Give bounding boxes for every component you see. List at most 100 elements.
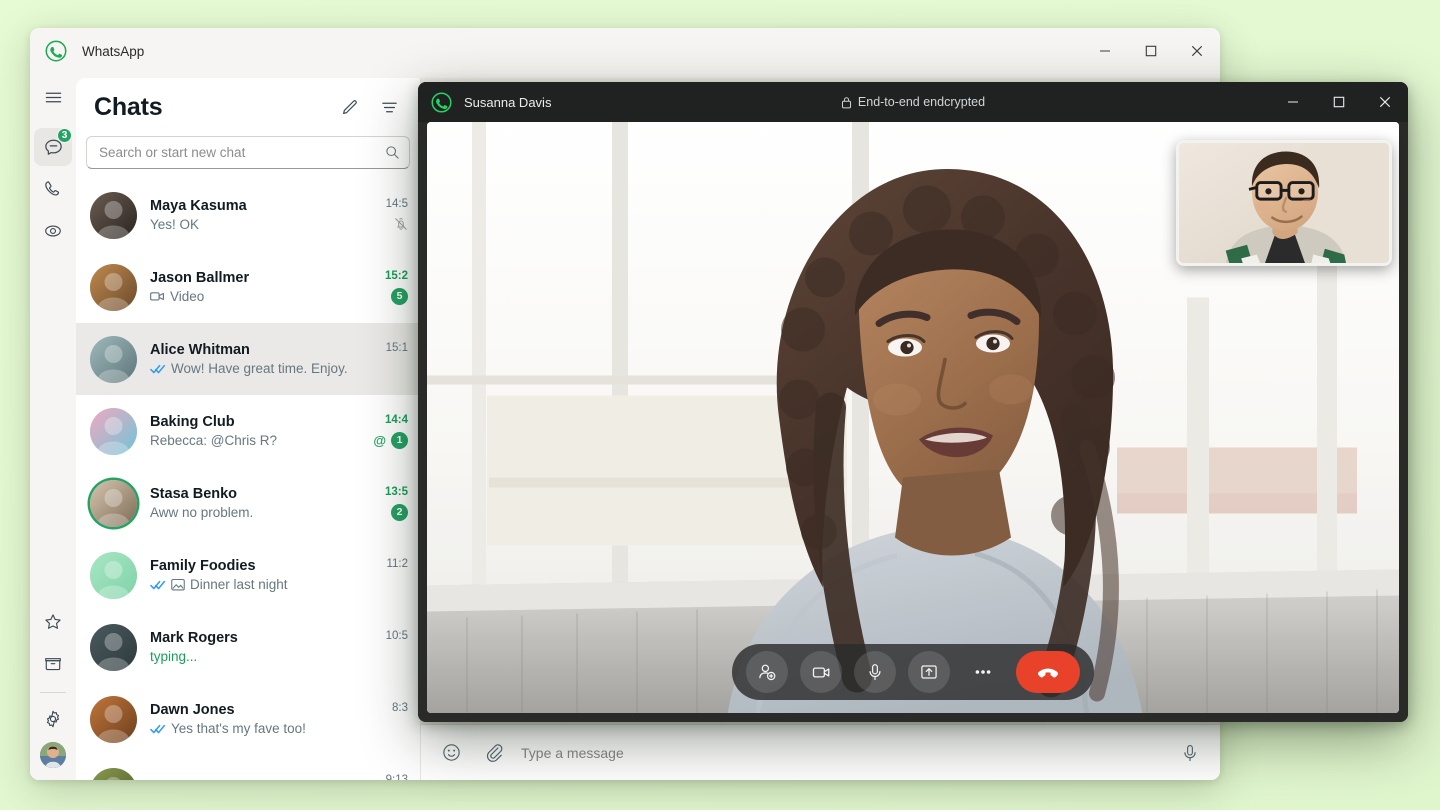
chat-preview-text: Video: [170, 289, 205, 304]
video-call-window: Susanna Davis End-to-end endcrypted: [418, 82, 1408, 722]
call-minimize-button[interactable]: [1270, 82, 1316, 122]
chat-list-item[interactable]: Maya Kasuma Yes! OK 14:5: [76, 179, 420, 251]
end-call-icon: [1035, 659, 1061, 685]
avatar: [90, 191, 137, 239]
sidebar-item-status[interactable]: [34, 212, 72, 250]
chat-meta: Alice Whitman Wow! Have great time. Enjoy…: [150, 342, 378, 376]
chat-preview: Yes! OK: [150, 217, 378, 232]
navigation-rail: 3: [30, 74, 76, 780]
chat-name: Mark Rogers: [150, 630, 238, 646]
encryption-text: End-to-end endcrypted: [857, 95, 986, 109]
add-participant-button[interactable]: [746, 651, 788, 693]
call-maximize-button[interactable]: [1316, 82, 1362, 122]
rail-divider: [40, 692, 66, 693]
filter-chats-icon[interactable]: [372, 90, 406, 124]
more-options-button[interactable]: [962, 651, 1004, 693]
chat-timestamp: 15:2: [384, 269, 408, 282]
close-button[interactable]: [1174, 28, 1220, 74]
search-input[interactable]: [99, 145, 385, 160]
sidebar-item-calls[interactable]: [34, 170, 72, 208]
chat-badges: @1: [373, 431, 408, 449]
chat-name: Family Foodies: [150, 558, 256, 574]
self-view-thumbnail[interactable]: [1176, 140, 1392, 266]
avatar: [90, 479, 137, 527]
sidebar-item-starred[interactable]: [34, 603, 72, 641]
chat-list-item[interactable]: Ziggy Woodley9:13: [76, 755, 420, 780]
chat-meta: Baking Club Rebecca: @Chris R?: [150, 414, 365, 448]
new-chat-icon[interactable]: [332, 90, 366, 124]
chat-row-right: 11:2: [386, 558, 408, 593]
chat-row-right: 13:5 2: [385, 486, 408, 521]
chat-preview-text: typing...: [150, 649, 198, 664]
emoji-icon[interactable]: [437, 739, 465, 767]
avatar: [90, 623, 137, 671]
chat-list-item[interactable]: Family Foodies Dinner last night 11:2: [76, 539, 420, 611]
chat-preview-text: Rebecca: @Chris R?: [150, 433, 277, 448]
screen-share-icon: [919, 662, 939, 682]
microphone-icon: [865, 662, 885, 682]
search-box[interactable]: [86, 136, 410, 169]
toggle-microphone-button[interactable]: [854, 651, 896, 693]
chat-badges: [394, 216, 408, 233]
ellipsis-icon: [972, 661, 994, 683]
profile-avatar[interactable]: [40, 742, 66, 768]
end-call-button[interactable]: [1016, 651, 1080, 693]
chat-preview: Dinner last night: [150, 577, 378, 592]
chat-preview: Video: [150, 289, 377, 304]
whatsapp-logo-icon-call: [430, 91, 452, 113]
share-screen-button[interactable]: [908, 651, 950, 693]
avatar: [90, 551, 137, 599]
chat-timestamp: 8:3: [392, 701, 408, 714]
chat-row-right: 8:3: [392, 702, 408, 737]
chat-preview-text: Yes that's my fave too!: [171, 721, 306, 736]
chat-preview: Rebecca: @Chris R?: [150, 433, 365, 448]
message-input[interactable]: [521, 744, 1162, 761]
message-composer: [421, 724, 1220, 780]
toggle-camera-button[interactable]: [800, 651, 842, 693]
video-camera-icon: [811, 662, 832, 683]
lock-icon: [841, 96, 852, 109]
chat-preview-text: Dinner last night: [190, 577, 288, 592]
unread-count-badge: 1: [391, 431, 408, 449]
chats-unread-badge: 3: [57, 128, 72, 143]
avatar: [90, 695, 137, 743]
add-person-icon: [757, 662, 777, 682]
unread-count-badge: 5: [391, 287, 408, 305]
panel-header: Chats: [76, 78, 420, 136]
chat-meta: Stasa Benko Aww no problem.: [150, 486, 377, 520]
chat-list-item[interactable]: Mark Rogers typing... 10:5: [76, 611, 420, 683]
chat-list[interactable]: Maya Kasuma Yes! OK 14:5 Jason Ballmer Vide…: [76, 179, 420, 780]
page-title: Chats: [94, 92, 163, 121]
voice-message-icon[interactable]: [1176, 739, 1204, 767]
sidebar-item-chats[interactable]: 3: [34, 128, 72, 166]
chat-list-item[interactable]: Baking Club Rebecca: @Chris R? 14:4 @1: [76, 395, 420, 467]
chat-list-panel: Chats Search or start new chat Maya Kasu…: [76, 78, 421, 780]
avatar: [90, 407, 137, 455]
encryption-indicator: End-to-end endcrypted: [418, 95, 1408, 109]
avatar: [90, 263, 137, 311]
chat-preview: Yes that's my fave too!: [150, 721, 384, 736]
call-stage: [418, 122, 1408, 722]
chat-timestamp: 13:5: [384, 485, 408, 498]
chat-list-item[interactable]: Alice Whitman Wow! Have great time. Enjoy…: [76, 323, 420, 395]
hamburger-menu-icon[interactable]: [34, 78, 72, 116]
chat-timestamp: 15:1: [385, 341, 408, 354]
attachment-icon[interactable]: [479, 739, 507, 767]
chat-list-item[interactable]: Jason Ballmer Video 15:2 5: [76, 251, 420, 323]
chat-preview: Aww no problem.: [150, 505, 377, 520]
chat-row-right: 14:4 @1: [373, 414, 408, 449]
chat-timestamp: 14:4: [384, 413, 408, 426]
sidebar-item-settings[interactable]: [34, 700, 72, 738]
chat-row-right: 15:2 5: [385, 270, 408, 305]
maximize-button[interactable]: [1128, 28, 1174, 74]
chat-list-item[interactable]: Dawn Jones Yes that's my fave too! 8:3: [76, 683, 420, 755]
chat-meta: Mark Rogers typing...: [150, 630, 378, 664]
chat-row-right: 14:5: [386, 198, 408, 233]
chat-meta: Dawn Jones Yes that's my fave too!: [150, 702, 384, 736]
minimize-button[interactable]: [1082, 28, 1128, 74]
chat-row-right: 15:1: [386, 342, 408, 377]
sidebar-item-archived[interactable]: [34, 645, 72, 683]
call-close-button[interactable]: [1362, 82, 1408, 122]
app-title: WhatsApp: [82, 43, 145, 59]
chat-list-item[interactable]: Stasa Benko Aww no problem. 13:5 2: [76, 467, 420, 539]
